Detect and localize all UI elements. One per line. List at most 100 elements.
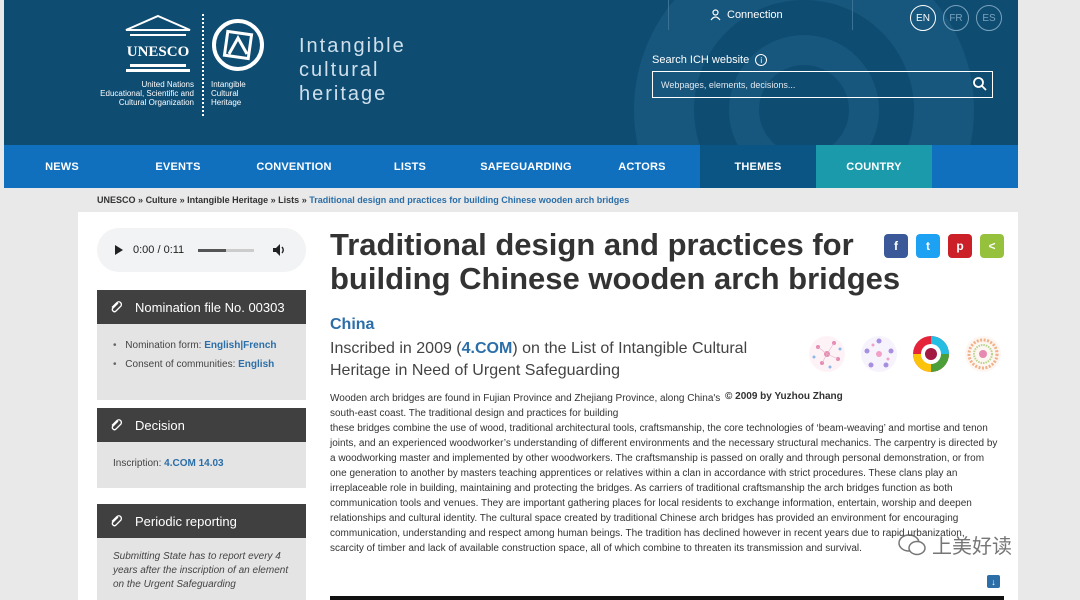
breadcrumb-separator: »: [138, 195, 144, 205]
nav-events[interactable]: EVENTS: [120, 145, 236, 188]
ich-logo: [212, 19, 264, 71]
site-header: UNESCO United Nations Educational, Scien…: [4, 0, 1018, 145]
ich-big-title: Intangible cultural heritage: [299, 34, 406, 106]
ich-small-label: Intangible Cultural Heritage: [211, 80, 246, 107]
pinterest-share-button[interactable]: p: [948, 234, 972, 258]
paperclip-icon: [111, 419, 123, 431]
audio-time: 0:00 / 0:11: [133, 244, 185, 256]
inscription-info: Inscribed in 2009 (4.COM) on the List of…: [330, 338, 790, 382]
breadcrumb-lists[interactable]: Lists: [278, 195, 299, 205]
nomination-file-title: Nomination file No. 00303: [135, 299, 285, 315]
periodic-reporting-text: Submitting State has to report every 4 y…: [113, 551, 289, 590]
breadcrumb: UNESCO » Culture » Intangible Heritage »…: [97, 195, 629, 205]
consent-item: Consent of communities: English: [113, 359, 306, 370]
wechat-icon: [898, 533, 926, 555]
watermark-text: 上美好读: [932, 536, 1012, 558]
decision-header: Decision: [97, 408, 306, 442]
search-label: Search ICH website i: [652, 54, 768, 66]
country-link[interactable]: China: [330, 316, 374, 334]
nomination-form-french-link[interactable]: French: [243, 340, 276, 351]
connection-link[interactable]: Connection: [710, 9, 783, 21]
breadcrumb-culture[interactable]: Culture: [146, 195, 178, 205]
play-icon[interactable]: [115, 245, 123, 255]
description-intro: Wooden arch bridges are found in Fujian …: [330, 393, 721, 419]
nav-convention[interactable]: CONVENTION: [236, 145, 352, 188]
unesco-temple-logo: UNESCO: [125, 14, 191, 72]
lang-es-button[interactable]: ES: [976, 5, 1002, 31]
decision-link[interactable]: 4.COM 14.03: [164, 458, 223, 469]
network-graph-icon[interactable]: [806, 333, 848, 375]
lang-en-button[interactable]: EN: [910, 5, 936, 31]
inscription-text-pre: Inscribed in 2009 (: [330, 340, 462, 357]
consent-label: Consent of communities:: [125, 359, 239, 370]
sdg-wheel-icon[interactable]: [910, 333, 952, 375]
search-input[interactable]: [652, 71, 993, 98]
info-icon[interactable]: i: [755, 54, 768, 66]
nomination-form-item: Nomination form: English|French: [113, 340, 306, 351]
audio-player[interactable]: 0:00 / 0:11: [97, 228, 306, 272]
periodic-reporting-title: Periodic reporting: [135, 513, 237, 529]
share-icon: <: [988, 239, 996, 253]
twitter-icon: t: [926, 239, 930, 253]
decision-body: Inscription: 4.COM 14.03: [97, 442, 306, 488]
ich-small-line: Cultural: [211, 89, 239, 98]
brand-logos[interactable]: UNESCO United Nations Educational, Scien…: [84, 14, 404, 124]
nav-news[interactable]: NEWS: [4, 145, 120, 188]
topbar-separator: [668, 0, 669, 30]
unesco-logo-text: UNESCO: [127, 44, 190, 60]
watermark: 上美好读: [898, 530, 1012, 559]
periodic-reporting-header: Periodic reporting: [97, 504, 306, 538]
nav-country[interactable]: COUNTRY: [816, 145, 932, 188]
nomination-file-header: Nomination file No. 00303: [97, 290, 306, 324]
un-text-line: Cultural Organization: [118, 98, 194, 107]
breadcrumb-current[interactable]: Traditional design and practices for bui…: [309, 195, 629, 205]
download-icon[interactable]: ↓: [987, 575, 1000, 588]
audio-progress-bar[interactable]: [198, 248, 255, 252]
radial-chart-icon[interactable]: [962, 333, 1004, 375]
share-button[interactable]: <: [980, 234, 1004, 258]
ich-big-line: heritage: [299, 83, 388, 105]
page-title: Traditional design and practices for bui…: [330, 227, 901, 296]
breadcrumb-separator: »: [301, 195, 307, 205]
ich-big-line: Intangible: [299, 35, 406, 57]
ich-small-line: Intangible: [211, 80, 246, 89]
search-label-text: Search ICH website: [652, 54, 750, 66]
periodic-reporting-body: Submitting State has to report every 4 y…: [97, 538, 306, 600]
media-bar: [330, 596, 1004, 600]
consent-english-link[interactable]: English: [238, 359, 274, 370]
volume-icon[interactable]: [272, 243, 286, 257]
related-themes-icons: [806, 333, 1004, 375]
un-text-line: Educational, Scientific and: [100, 89, 194, 98]
pinterest-icon: p: [956, 239, 964, 253]
un-text-line: United Nations: [141, 80, 194, 89]
breadcrumb-separator: »: [270, 195, 276, 205]
connection-label: Connection: [727, 9, 783, 21]
ich-big-line: cultural: [299, 59, 380, 81]
user-icon: [710, 9, 721, 21]
decision-title: Decision: [135, 417, 185, 433]
main-nav: NEWS EVENTS CONVENTION LISTS SAFEGUARDIN…: [4, 145, 1018, 188]
nav-actors[interactable]: ACTORS: [584, 145, 700, 188]
twitter-share-button[interactable]: t: [916, 234, 940, 258]
nomination-file-body: Nomination form: English|French Consent …: [97, 324, 306, 400]
breadcrumb-intangible-heritage[interactable]: Intangible Heritage: [187, 195, 268, 205]
search-icon[interactable]: [972, 76, 988, 92]
inscription-com-link[interactable]: 4.COM: [462, 340, 513, 357]
unesco-org-name: United Nations Educational, Scientific a…: [84, 80, 194, 107]
decision-label: Inscription:: [113, 458, 165, 469]
paperclip-icon: [111, 301, 123, 313]
nomination-form-label: Nomination form:: [125, 340, 205, 351]
paperclip-icon: [111, 515, 123, 527]
nomination-form-english-link[interactable]: English: [204, 340, 240, 351]
nav-lists[interactable]: LISTS: [352, 145, 468, 188]
breadcrumb-unesco[interactable]: UNESCO: [97, 195, 136, 205]
photo-credit: © 2009 by Yuzhou Zhang: [725, 391, 843, 402]
nav-safeguarding[interactable]: SAFEGUARDING: [468, 145, 584, 188]
ich-small-line: Heritage: [211, 98, 242, 107]
logo-divider: [202, 14, 204, 116]
flower-graph-icon[interactable]: [858, 333, 900, 375]
topbar-separator: [852, 0, 853, 30]
facebook-share-button[interactable]: f: [884, 234, 908, 258]
lang-fr-button[interactable]: FR: [943, 5, 969, 31]
nav-themes[interactable]: THEMES: [700, 145, 816, 188]
